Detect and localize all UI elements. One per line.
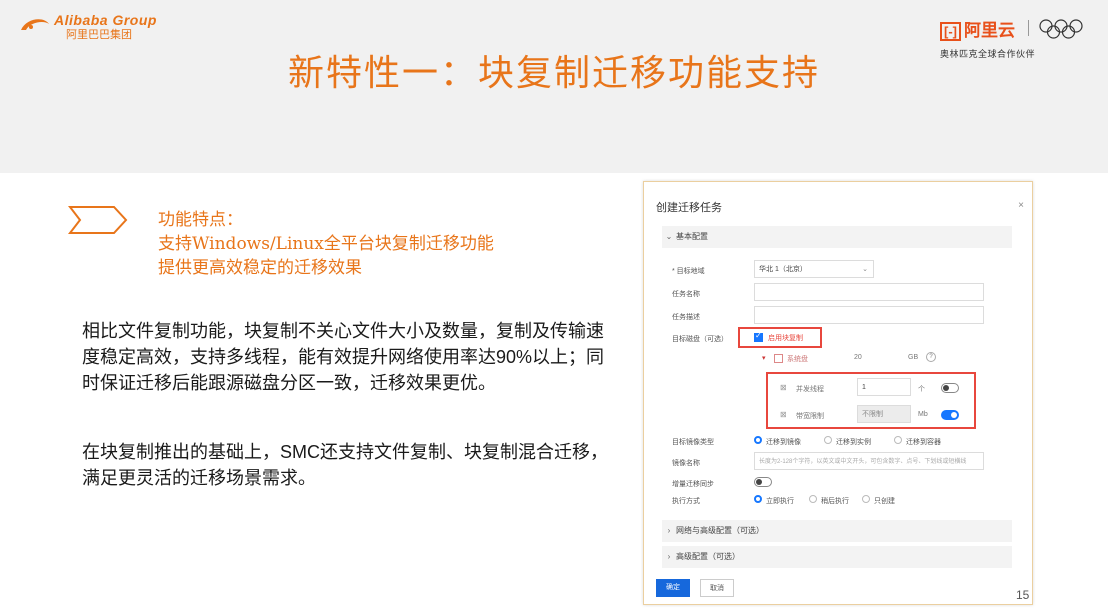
feature-heading: 功能特点：	[158, 210, 243, 230]
close-icon[interactable]: ×	[1018, 200, 1024, 211]
block-copy-option: 启用块复制	[768, 335, 803, 342]
sysdisk-checkbox[interactable]	[774, 354, 783, 363]
alibaba-logo: Alibaba Group 阿里巴巴集团	[18, 12, 157, 42]
thread-input[interactable]: 1	[857, 378, 911, 396]
image-name-input[interactable]: 长度为2-128个字符，以英文或中文开头，可包含数字、点号、下划线或短横线	[754, 452, 984, 470]
chevron-down-icon: ⌄	[665, 232, 673, 241]
region-label: * 目标地域	[672, 268, 705, 275]
task-desc-input[interactable]	[754, 306, 984, 324]
description-paragraph-2: 在块复制推出的基础上，SMC还支持文件复制、块复制混合迁移，满足更灵活的迁移场景…	[82, 442, 608, 488]
run-radio-2[interactable]	[809, 495, 817, 503]
logo-divider	[1028, 20, 1029, 36]
mode-option-1: 迁移到镜像	[766, 439, 801, 446]
feature-block: 功能特点： 支持Windows/Linux全平台块复制迁移功能 提供更高效稳定的…	[158, 208, 494, 280]
image-name-label: 镜像名称	[672, 460, 700, 467]
confirm-button[interactable]: 确定	[656, 579, 690, 597]
run-option-2: 稍后执行	[821, 498, 849, 505]
chevron-right-icon: ›	[667, 552, 671, 561]
region-select[interactable]: 华北 1（北京） ⌄	[754, 260, 874, 278]
chevron-right-icon: ›	[667, 526, 671, 535]
dialog-title: 创建迁移任务	[656, 202, 722, 214]
alibaba-swirl-icon	[21, 19, 49, 30]
alibaba-logo-cn: 阿里巴巴集团	[66, 29, 132, 41]
page-number: 15	[1016, 588, 1030, 602]
expand-caret-icon: ▾	[762, 355, 766, 362]
section-more[interactable]: › 高级配置（可选）	[662, 546, 1012, 568]
sysdisk-label: 系统盘	[787, 356, 808, 363]
thread-unit: 个	[918, 386, 925, 393]
olympic-rings-icon	[1039, 19, 1083, 39]
feature-line-1: 支持Windows/Linux全平台块复制迁移功能	[158, 234, 494, 254]
feature-line-2: 提供更高效稳定的迁移效果	[158, 258, 362, 278]
task-name-label: 任务名称	[672, 291, 700, 298]
bandwidth-input[interactable]: 不限制	[857, 405, 911, 423]
thread-toggle[interactable]	[941, 383, 959, 393]
run-label: 执行方式	[672, 498, 700, 505]
task-name-input[interactable]	[754, 283, 984, 301]
task-desc-label: 任务描述	[672, 314, 700, 321]
run-option-1: 立即执行	[766, 498, 794, 505]
bandwidth-unit: Mb	[918, 411, 928, 418]
run-radio-3[interactable]	[862, 495, 870, 503]
section-basic[interactable]: ⌄ 基本配置	[662, 226, 1012, 248]
thread-icon: ⊠	[780, 383, 787, 392]
block-copy-label: 目标磁盘（可选）	[672, 336, 728, 343]
description-paragraph-1: 相比文件复制功能，块复制不关心文件大小及数量，复制及传输速度稳定高效，支持多线程…	[82, 321, 605, 393]
mode-option-3: 迁移到容器	[906, 439, 941, 446]
chevron-arrow-icon	[68, 206, 128, 234]
sync-toggle[interactable]	[754, 477, 772, 487]
sysdisk-unit: GB	[908, 354, 919, 361]
section-advanced[interactable]: › 网络与高级配置（可选）	[662, 520, 1012, 542]
slide-title: 新特性一：块复制迁移功能支持	[287, 52, 820, 93]
cancel-button[interactable]: 取消	[700, 579, 734, 597]
thread-label: 并发线程	[796, 386, 824, 393]
chevron-down-icon: ⌄	[862, 266, 868, 273]
bandwidth-icon: ⊠	[780, 410, 787, 419]
help-icon[interactable]: ?	[926, 352, 936, 362]
mode-radio-1[interactable]	[754, 436, 762, 444]
block-copy-checkbox[interactable]	[754, 331, 763, 342]
sync-label: 增量迁移同步	[672, 481, 714, 488]
slide-header: Alibaba Group 阿里巴巴集团 [-] 阿里云 奥林匹克全球合作伙伴 新…	[0, 0, 1108, 173]
run-option-3: 只创建	[874, 498, 895, 505]
mode-radio-3[interactable]	[894, 436, 902, 444]
bandwidth-toggle[interactable]	[941, 410, 959, 420]
run-radio-1[interactable]	[754, 495, 762, 503]
mode-radio-2[interactable]	[824, 436, 832, 444]
bandwidth-label: 带宽限制	[796, 413, 824, 420]
sysdisk-size: 20	[854, 354, 862, 361]
mode-option-2: 迁移到实例	[836, 439, 871, 446]
mode-label: 目标镜像类型	[672, 439, 714, 446]
create-migration-dialog: 创建迁移任务 × ⌄ 基本配置 * 目标地域 华北 1（北京） ⌄ 任务名称 任务描…	[643, 181, 1033, 605]
